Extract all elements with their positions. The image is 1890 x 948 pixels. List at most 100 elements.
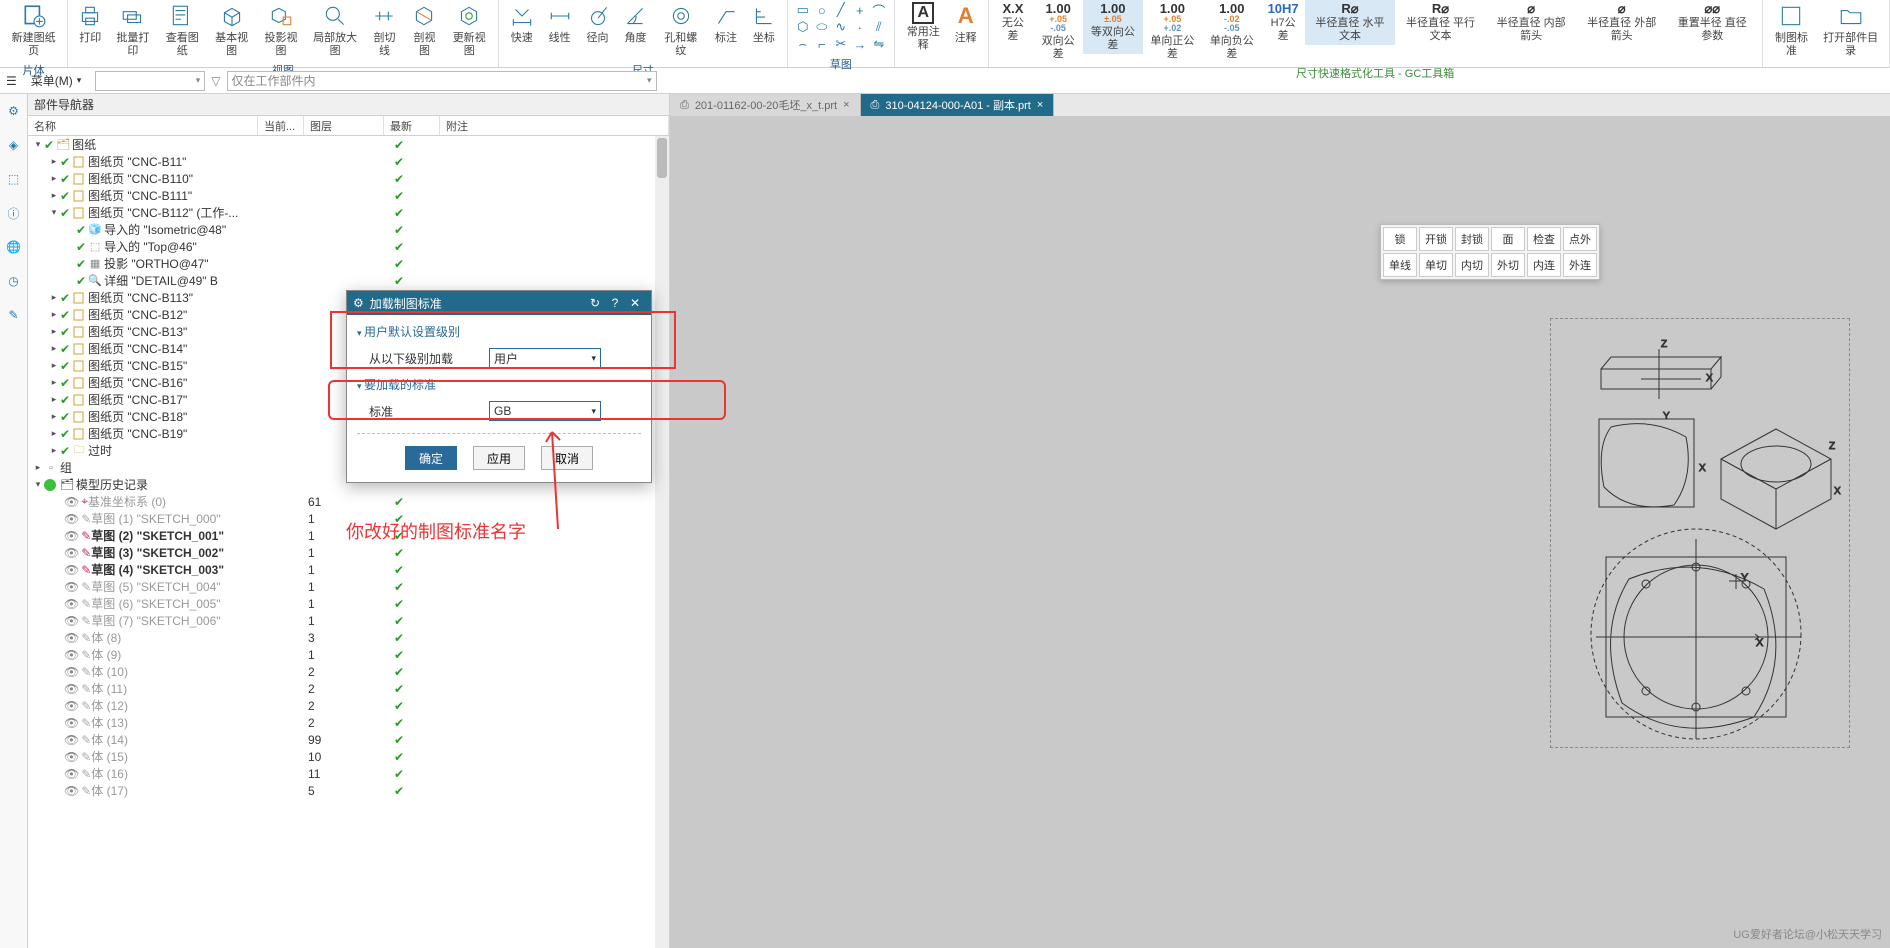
ok-button[interactable]: 确定 bbox=[405, 446, 457, 470]
expand-toggle[interactable]: ▸ bbox=[48, 394, 60, 405]
visibility-icon[interactable]: 👁 bbox=[64, 580, 79, 594]
dialog-titlebar[interactable]: ⚙ 加载制图标准 ↻ ? ✕ bbox=[347, 291, 651, 315]
visibility-icon[interactable]: 👁 bbox=[64, 716, 79, 730]
tree-row[interactable]: 👁⌖基准坐标系 (0)61✔ bbox=[28, 493, 669, 510]
close-icon[interactable]: ✕ bbox=[625, 296, 645, 310]
tree-row[interactable]: 👁✎草图 (3) "SKETCH_002"1✔ bbox=[28, 544, 669, 561]
navigator-tree[interactable]: ▾✔🗂图纸✔▸✔图纸页 "CNC-B11"✔▸✔图纸页 "CNC-B110"✔▸… bbox=[28, 136, 669, 948]
visibility-icon[interactable]: 👁 bbox=[64, 563, 79, 577]
update-view-button[interactable]: 更新视图 bbox=[445, 0, 494, 60]
tree-row[interactable]: 👁✎草图 (1) "SKETCH_000"1✔ bbox=[28, 510, 669, 527]
base-view-button[interactable]: 基本视图 bbox=[207, 0, 256, 60]
dialog-section-header[interactable]: 要加载的标准 bbox=[357, 372, 641, 397]
close-icon[interactable]: × bbox=[843, 99, 849, 111]
expand-toggle[interactable]: ▸ bbox=[48, 377, 60, 388]
gear-icon[interactable]: ⚙ bbox=[3, 100, 25, 122]
tree-row[interactable]: 👁✎体 (17)5✔ bbox=[28, 782, 669, 799]
visibility-icon[interactable]: 👁 bbox=[64, 733, 79, 747]
circle-icon[interactable]: ○ bbox=[813, 2, 831, 18]
arc3-icon[interactable]: ⌢ bbox=[794, 36, 812, 52]
visibility-icon[interactable]: 👁 bbox=[64, 597, 79, 611]
tree-row[interactable]: 👁✎体 (16)11✔ bbox=[28, 765, 669, 782]
visibility-icon[interactable]: 👁 bbox=[64, 767, 79, 781]
detail-view-button[interactable]: 局部放大图 bbox=[306, 0, 365, 60]
standard-dropdown[interactable]: GB bbox=[489, 401, 601, 421]
float-tool-button[interactable]: 外切 bbox=[1491, 253, 1525, 277]
float-tool-button[interactable]: 单切 bbox=[1419, 253, 1453, 277]
visibility-icon[interactable]: 👁 bbox=[64, 495, 79, 509]
doc-tab[interactable]: ⎙201-01162-00-20毛坯_x_t.prt× bbox=[670, 94, 861, 116]
expand-toggle[interactable]: ▸ bbox=[48, 428, 60, 439]
reset-icon[interactable]: ↻ bbox=[585, 296, 605, 310]
expand-toggle[interactable]: ▸ bbox=[32, 462, 44, 473]
tree-row[interactable]: 👁✎草图 (2) "SKETCH_001"1✔ bbox=[28, 527, 669, 544]
visibility-icon[interactable]: 👁 bbox=[64, 784, 79, 798]
expand-toggle[interactable]: ▸ bbox=[48, 445, 60, 456]
visibility-icon[interactable]: 👁 bbox=[64, 665, 79, 679]
gc-tol-button[interactable]: 1.00+.05-.05双向公差 bbox=[1033, 0, 1083, 63]
section-line-button[interactable]: 剖切线 bbox=[364, 0, 404, 60]
float-tool-button[interactable]: 单线 bbox=[1383, 253, 1417, 277]
part-icon[interactable]: ⬚ bbox=[3, 168, 25, 190]
tree-row[interactable]: ▸✔图纸页 "CNC-B11"✔ bbox=[28, 153, 669, 170]
float-tool-button[interactable]: 外连 bbox=[1563, 253, 1597, 277]
print-button[interactable]: 打印 bbox=[72, 0, 108, 47]
tools-icon[interactable]: ✎ bbox=[3, 304, 25, 326]
visibility-icon[interactable]: 👁 bbox=[64, 631, 79, 645]
visibility-icon[interactable]: 👁 bbox=[64, 529, 79, 543]
common-note-button[interactable]: A常用注释 bbox=[899, 0, 948, 54]
radial-dim-button[interactable]: 径向 bbox=[579, 0, 617, 47]
expand-toggle[interactable]: ▸ bbox=[48, 360, 60, 371]
visibility-icon[interactable]: 👁 bbox=[64, 750, 79, 764]
expand-toggle[interactable]: ▸ bbox=[48, 292, 60, 303]
scrollbar[interactable] bbox=[655, 136, 669, 948]
graphics-canvas[interactable]: ⎙201-01162-00-20毛坯_x_t.prt× ⎙310-04124-0… bbox=[670, 94, 1890, 948]
expand-toggle[interactable]: ▸ bbox=[48, 326, 60, 337]
drafting-standard-button[interactable]: 制图标准 bbox=[1767, 0, 1817, 60]
float-tool-button[interactable]: 锁 bbox=[1383, 227, 1417, 251]
note-button[interactable]: A注释 bbox=[948, 0, 984, 47]
drawing-view[interactable]: X Z Y X Z X bbox=[1550, 318, 1850, 748]
tree-row[interactable]: 👁✎体 (14)99✔ bbox=[28, 731, 669, 748]
tree-row[interactable]: 👁✎体 (12)2✔ bbox=[28, 697, 669, 714]
close-icon[interactable]: × bbox=[1037, 99, 1043, 111]
expand-toggle[interactable]: ▾ bbox=[48, 207, 60, 218]
selection-filter-dropdown[interactable] bbox=[95, 71, 205, 91]
globe-icon[interactable]: 🌐 bbox=[3, 236, 25, 258]
gc-tol-button[interactable]: R⌀半径直径 水平文本 bbox=[1305, 0, 1396, 45]
expand-toggle[interactable]: ▾ bbox=[32, 139, 44, 150]
tree-row[interactable]: ✔🧊导入的 "Isometric@48"✔ bbox=[28, 221, 669, 238]
floating-toolbar[interactable]: 锁开锁封锁面检查点外单线单切内切外切内连外连 bbox=[1380, 224, 1600, 280]
tree-row[interactable]: ▾✔图纸页 "CNC-B112" (工作-...✔ bbox=[28, 204, 669, 221]
linear-dim-button[interactable]: 线性 bbox=[541, 0, 579, 47]
visibility-icon[interactable]: 👁 bbox=[64, 546, 79, 560]
visibility-icon[interactable]: 👁 bbox=[64, 682, 79, 696]
gc-tol-button[interactable]: 1.00+.05+.02单向正公差 bbox=[1143, 0, 1202, 63]
assembly-icon[interactable]: ◈ bbox=[3, 134, 25, 156]
ellipse-icon[interactable]: ⬭ bbox=[813, 19, 831, 35]
gc-tol-button[interactable]: 1.00-.02-.05单向负公差 bbox=[1202, 0, 1261, 63]
float-tool-button[interactable]: 点外 bbox=[1563, 227, 1597, 251]
history-icon[interactable]: ◷ bbox=[3, 270, 25, 292]
gc-tol-button[interactable]: ⌀半径直径 外部箭头 bbox=[1576, 0, 1667, 45]
point-icon[interactable]: · bbox=[851, 19, 869, 35]
angular-dim-button[interactable]: 角度 bbox=[617, 0, 655, 47]
expand-toggle[interactable]: ▸ bbox=[48, 190, 60, 201]
float-tool-button[interactable]: 检查 bbox=[1527, 227, 1561, 251]
open-part-dir-button[interactable]: 打开部件目录 bbox=[1816, 0, 1885, 60]
tree-row[interactable]: 👁✎草图 (4) "SKETCH_003"1✔ bbox=[28, 561, 669, 578]
hole-thread-button[interactable]: 孔和螺纹 bbox=[654, 0, 707, 60]
expand-toggle[interactable]: ▸ bbox=[48, 343, 60, 354]
filter-funnel-icon[interactable]: ▽ bbox=[211, 74, 220, 88]
hamburger-icon[interactable]: ☰ bbox=[6, 74, 17, 88]
spline-icon[interactable]: ∿ bbox=[832, 19, 850, 35]
expand-toggle[interactable]: ▸ bbox=[48, 411, 60, 422]
tree-row[interactable]: 👁✎体 (10)2✔ bbox=[28, 663, 669, 680]
section-view-button[interactable]: 剖视图 bbox=[404, 0, 444, 60]
gc-tol-button[interactable]: ⌀⌀重置半径 直径参数 bbox=[1667, 0, 1758, 45]
tree-row[interactable]: 👁✎体 (9)1✔ bbox=[28, 646, 669, 663]
tree-row[interactable]: ✔⬚导入的 "Top@46"✔ bbox=[28, 238, 669, 255]
tree-row[interactable]: ✔🔍详细 "DETAIL@49" B✔ bbox=[28, 272, 669, 289]
help-icon[interactable]: ? bbox=[605, 296, 625, 310]
tree-row[interactable]: ▾✔🗂图纸✔ bbox=[28, 136, 669, 153]
